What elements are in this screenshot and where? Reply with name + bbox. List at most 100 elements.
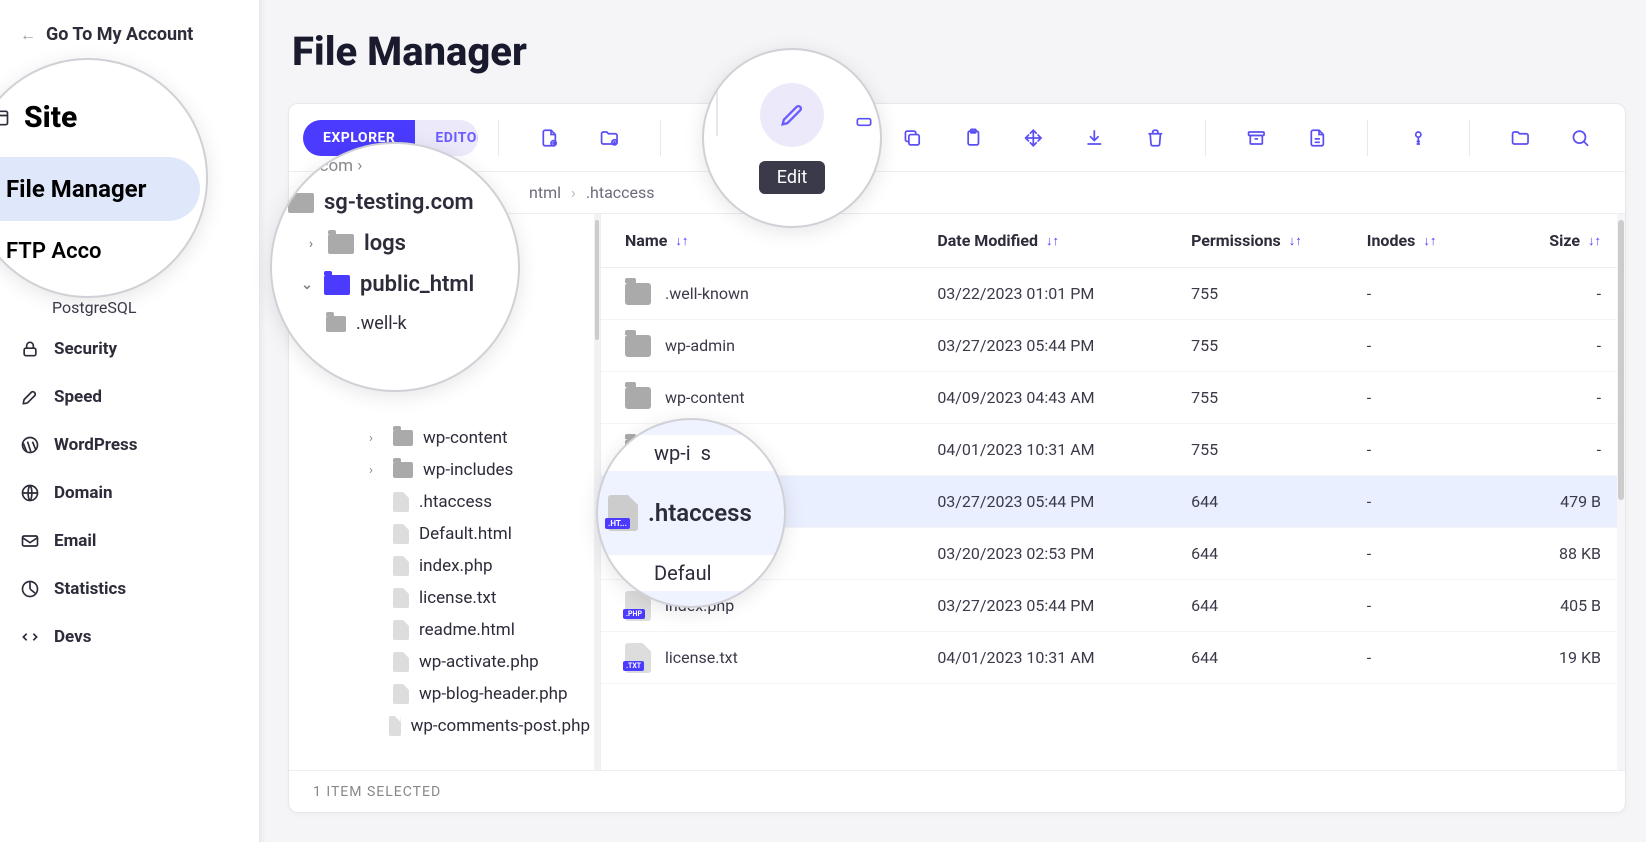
security-label: Security (54, 339, 117, 359)
rename-icon (854, 112, 874, 136)
table-row[interactable]: wp-content04/09/2023 04:43 AM755-- (601, 372, 1625, 424)
file-date: 04/01/2023 10:31 AM (937, 648, 1191, 667)
edit-button[interactable] (760, 83, 824, 147)
file-icon (389, 716, 401, 736)
permissions-icon[interactable] (1408, 126, 1429, 150)
tree-public-html[interactable]: ⌄public_html (278, 264, 518, 305)
tree-root[interactable]: sg-testing.com (278, 182, 518, 223)
table-row[interactable]: .TXTlicense.txt04/01/2023 10:31 AM644-19… (601, 632, 1625, 684)
tree-item-wp-content[interactable]: ›wp-content (289, 422, 600, 454)
mail-icon (20, 531, 40, 551)
file-date: 03/27/2023 05:44 PM (937, 492, 1191, 511)
file-inodes: - (1367, 648, 1504, 667)
file-size: - (1503, 336, 1601, 355)
sidebar-resizer[interactable] (260, 0, 266, 842)
file-name: wp-admin (665, 336, 735, 355)
sidebar-item-security[interactable]: Security (0, 325, 259, 373)
download-icon[interactable] (1084, 126, 1105, 150)
col-size-header[interactable]: Size↓↑ (1503, 231, 1601, 250)
sidebar-item-postgresql[interactable]: PostgreSQL (0, 290, 259, 325)
copy-icon[interactable] (902, 126, 923, 150)
col-date-header[interactable]: Date Modified↓↑ (937, 231, 1191, 250)
lock-icon (20, 339, 40, 359)
tree-item-default-html[interactable]: Default.html (289, 518, 600, 550)
file-icon: .TXT (625, 643, 651, 673)
rocket-icon (20, 387, 40, 407)
grid-scrollbar[interactable] (1617, 214, 1625, 770)
site-label: Site (24, 100, 77, 135)
chevron-right-icon: › (369, 431, 383, 446)
folder-icon (288, 193, 314, 213)
table-row[interactable]: wp-admin03/27/2023 05:44 PM755-- (601, 320, 1625, 372)
sidebar-item-statistics[interactable]: Statistics (0, 565, 259, 613)
search-icon[interactable] (1570, 126, 1591, 150)
file-icon (393, 620, 409, 640)
table-row[interactable]: .PHPindex.php03/27/2023 05:44 PM644-405 … (601, 580, 1625, 632)
back-to-account-link[interactable]: ← Go To My Account (0, 12, 259, 63)
toolbar-divider (660, 120, 661, 156)
tree-item-license-txt[interactable]: license.txt (289, 582, 600, 614)
file-icon (393, 684, 409, 704)
tree-item-index-php[interactable]: index.php (289, 550, 600, 582)
extract-icon[interactable] (1307, 126, 1328, 150)
speed-label: Speed (54, 387, 102, 407)
file-icon: .HT... (608, 495, 638, 531)
file-size: - (1503, 440, 1601, 459)
file-perm: 755 (1191, 336, 1367, 355)
folder-icon (625, 335, 651, 357)
col-perm-header[interactable]: Permissions↓↑ (1191, 231, 1367, 250)
file-size: - (1503, 388, 1601, 407)
row-htaccess[interactable]: .HT....htaccess (608, 495, 784, 531)
file-size: 88 KB (1503, 544, 1601, 563)
file-inodes: - (1367, 492, 1504, 511)
file-icon (393, 588, 409, 608)
toolbar-divider (498, 120, 499, 156)
tree-item-htaccess[interactable]: .htaccess (289, 486, 600, 518)
file-date: 03/22/2023 01:01 PM (937, 284, 1191, 303)
globe-icon (20, 483, 40, 503)
file-inodes: - (1367, 388, 1504, 407)
tree-well-known[interactable]: .well-k (278, 305, 518, 342)
archive-icon[interactable] (1246, 126, 1267, 150)
sidebar-item-file-manager[interactable]: File Manager (0, 157, 200, 221)
col-inodes-header[interactable]: Inodes↓↑ (1367, 231, 1504, 250)
tree-item-readme-html[interactable]: readme.html (289, 614, 600, 646)
paste-icon[interactable] (963, 126, 984, 150)
table-row[interactable]: .well-known03/22/2023 01:01 PM755-- (601, 268, 1625, 320)
file-date: 03/27/2023 05:44 PM (937, 336, 1191, 355)
move-icon[interactable] (1023, 126, 1044, 150)
folder-icon (625, 283, 651, 305)
new-file-icon[interactable] (539, 126, 560, 150)
chevron-down-icon: ⌄ (300, 277, 314, 293)
file-size: 479 B (1503, 492, 1601, 511)
file-perm: 644 (1191, 544, 1367, 563)
breadcrumb-segment[interactable]: ntml (529, 183, 561, 202)
file-perm: 644 (1191, 648, 1367, 667)
delete-icon[interactable] (1145, 126, 1166, 150)
tree-item-wp-activate[interactable]: wp-activate.php (289, 646, 600, 678)
sidebar-item-ftp[interactable]: FTP Acco (0, 221, 206, 264)
code-icon (20, 627, 40, 647)
sort-icon: ↓↑ (1423, 233, 1436, 249)
sidebar-item-speed[interactable]: Speed (0, 373, 259, 421)
main: File Manager EXPLORER EDITOR (268, 0, 1646, 842)
folder-icon (324, 275, 350, 295)
tree-item-wp-includes[interactable]: ›wp-includes (289, 454, 600, 486)
sidebar-item-domain[interactable]: Domain (0, 469, 259, 517)
tree-item-wp-blog-header[interactable]: wp-blog-header.php (289, 678, 600, 710)
new-folder-icon[interactable] (599, 126, 620, 150)
tree-item-wp-comments-post[interactable]: wp-comments-post.php (289, 710, 600, 742)
layout-icon (0, 105, 10, 131)
chart-icon (20, 579, 40, 599)
sidebar-item-email[interactable]: Email (0, 517, 259, 565)
col-name-header[interactable]: Name↓↑ (625, 231, 937, 250)
breadcrumb-segment[interactable]: .htaccess (586, 183, 655, 202)
folder-icon (625, 387, 651, 409)
file-name: .well-known (665, 284, 749, 303)
sidebar-item-wordpress[interactable]: WordPress (0, 421, 259, 469)
tree-logs[interactable]: ›logs (278, 223, 518, 264)
wordpress-label: WordPress (54, 435, 138, 455)
open-folder-icon[interactable] (1510, 126, 1531, 150)
sidebar-item-devs[interactable]: Devs (0, 613, 259, 661)
chevron-right-icon: › (369, 463, 383, 478)
